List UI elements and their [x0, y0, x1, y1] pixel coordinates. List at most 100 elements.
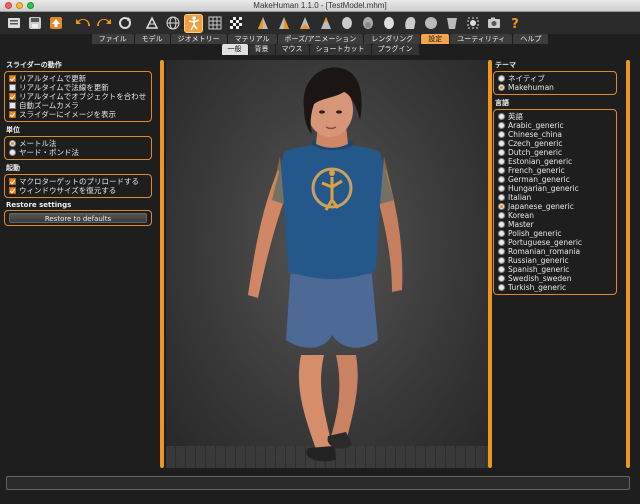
radio-button[interactable] [9, 140, 16, 147]
radio-button[interactable] [498, 257, 505, 264]
undo-history-icon[interactable] [4, 14, 23, 33]
theme-option[interactable]: Makehuman [498, 83, 612, 92]
side-head-icon[interactable] [400, 14, 419, 33]
export-icon[interactable] [46, 14, 65, 33]
checkbox[interactable] [9, 187, 16, 194]
startup-option[interactable]: マクロターゲットのプリロードする [9, 177, 147, 186]
reset-camera-icon[interactable] [463, 14, 482, 33]
subtab-mouse[interactable]: マウス [275, 44, 309, 55]
units-option[interactable]: ヤード・ポンド法 [9, 148, 147, 157]
slider-behaviour-option[interactable]: リアルタイムで更新 [9, 74, 147, 83]
radio-button[interactable] [498, 185, 505, 192]
radio-button[interactable] [498, 176, 505, 183]
language-option[interactable]: Master [498, 220, 612, 229]
sphere-icon[interactable] [421, 14, 440, 33]
tab-settings[interactable]: 設定 [421, 34, 450, 44]
radio-button[interactable] [498, 203, 505, 210]
screenshot-icon[interactable] [484, 14, 503, 33]
right-view-icon[interactable] [316, 14, 335, 33]
tab-modelling[interactable]: モデル [134, 34, 170, 44]
subtab-shortcuts[interactable]: ショートカット [309, 44, 371, 55]
language-option[interactable]: 英語 [498, 112, 612, 121]
radio-button[interactable] [9, 149, 16, 156]
radio-button[interactable] [498, 221, 505, 228]
language-option[interactable]: Russian_generic [498, 256, 612, 265]
right-panel-scrollbar[interactable] [488, 60, 492, 468]
reset-icon[interactable] [115, 14, 134, 33]
wireframe-icon[interactable] [163, 14, 182, 33]
tab-materials[interactable]: マテリアル [227, 34, 277, 44]
language-option[interactable]: Turkish_generic [498, 283, 612, 292]
radio-button[interactable] [498, 239, 505, 246]
tab-pose-animate[interactable]: ポーズ/アニメーション [277, 34, 364, 44]
slider-behaviour-option[interactable]: リアルタイムで法線を更新 [9, 83, 147, 92]
language-option[interactable]: Arabic_generic [498, 121, 612, 130]
radio-button[interactable] [498, 84, 505, 91]
left-view-icon[interactable] [295, 14, 314, 33]
radio-button[interactable] [498, 149, 505, 156]
checkbox[interactable] [9, 102, 16, 109]
undo-icon[interactable] [73, 14, 92, 33]
language-option[interactable]: German_generic [498, 175, 612, 184]
grid-icon[interactable] [205, 14, 224, 33]
language-option[interactable]: Portuguese_generic [498, 238, 612, 247]
language-option[interactable]: Japanese_generic [498, 202, 612, 211]
language-option[interactable]: Italian [498, 193, 612, 202]
radio-button[interactable] [498, 75, 505, 82]
language-option[interactable]: Spanish_generic [498, 265, 612, 274]
radio-button[interactable] [498, 230, 505, 237]
front-view-icon[interactable] [253, 14, 272, 33]
bottom-view-icon[interactable] [358, 14, 377, 33]
pose-icon[interactable] [184, 13, 203, 33]
language-option[interactable]: Estonian_generic [498, 157, 612, 166]
slider-behaviour-option[interactable]: リアルタイムでオブジェクトを合わせる [9, 92, 147, 101]
tab-help[interactable]: ヘルプ [513, 34, 549, 44]
subtab-general[interactable]: 一般 [221, 44, 248, 55]
back-view-icon[interactable] [274, 14, 293, 33]
language-option[interactable]: Hungarian_generic [498, 184, 612, 193]
language-option[interactable]: Polish_generic [498, 229, 612, 238]
language-option[interactable]: Czech_generic [498, 139, 612, 148]
radio-button[interactable] [498, 194, 505, 201]
tab-utilities[interactable]: ユーティリティ [450, 34, 513, 44]
tab-rendering[interactable]: レンダリング [364, 34, 421, 44]
radio-button[interactable] [498, 131, 505, 138]
smooth-icon[interactable] [142, 14, 161, 33]
3d-viewport[interactable] [166, 60, 488, 468]
language-option[interactable]: Romanian_romania [498, 247, 612, 256]
slider-behaviour-option[interactable]: 自動ズームカメラ [9, 101, 147, 110]
checkbox[interactable] [9, 75, 16, 82]
radio-button[interactable] [498, 275, 505, 282]
tab-file[interactable]: ファイル [91, 34, 134, 44]
slider-behaviour-option[interactable]: スライダーにイメージを表示 [9, 110, 147, 119]
subtab-plugins[interactable]: プラグイン [371, 44, 419, 55]
radio-button[interactable] [498, 140, 505, 147]
help-icon[interactable]: ? [505, 14, 524, 33]
radio-button[interactable] [498, 248, 505, 255]
radio-button[interactable] [498, 113, 505, 120]
head-view-icon[interactable] [379, 14, 398, 33]
startup-option[interactable]: ウィンドウサイズを復元する [9, 186, 147, 195]
checkbox[interactable] [9, 84, 16, 91]
torso-icon[interactable] [442, 14, 461, 33]
redo-icon[interactable] [94, 14, 113, 33]
language-option[interactable]: Swedish_sweden [498, 274, 612, 283]
left-panel-scrollbar[interactable] [160, 60, 164, 468]
language-option[interactable]: Chinese_china [498, 130, 612, 139]
checker-icon[interactable] [226, 14, 245, 33]
units-option[interactable]: メートル法 [9, 139, 147, 148]
checkbox[interactable] [9, 111, 16, 118]
radio-button[interactable] [498, 122, 505, 129]
subtab-background[interactable]: 背景 [248, 44, 275, 55]
checkbox[interactable] [9, 93, 16, 100]
tab-geometries[interactable]: ジオメトリー [170, 34, 227, 44]
save-icon[interactable] [25, 14, 44, 33]
radio-button[interactable] [498, 158, 505, 165]
radio-button[interactable] [498, 167, 505, 174]
radio-button[interactable] [498, 266, 505, 273]
top-view-icon[interactable] [337, 14, 356, 33]
language-option[interactable]: Dutch_generic [498, 148, 612, 157]
checkbox[interactable] [9, 178, 16, 185]
far-right-scrollbar[interactable] [626, 60, 630, 468]
radio-button[interactable] [498, 212, 505, 219]
